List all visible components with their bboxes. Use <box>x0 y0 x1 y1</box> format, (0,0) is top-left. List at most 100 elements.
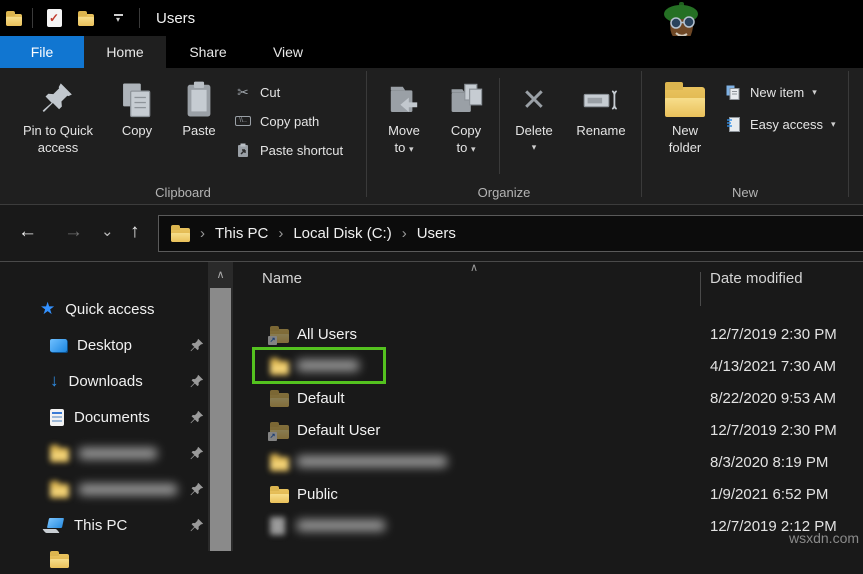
pin-icon <box>190 338 204 352</box>
folder-icon <box>50 448 69 462</box>
new-folder-icon <box>665 78 705 122</box>
delete-button[interactable]: ✕ Delete ▾ <box>504 68 564 204</box>
titlebar-divider <box>139 8 140 28</box>
breadcrumb-local-disk-c[interactable]: Local Disk (C:) <box>293 225 391 242</box>
ribbon-group-divider <box>848 71 849 197</box>
column-divider[interactable] <box>700 272 701 306</box>
site-watermark: wsxdn.com <box>789 530 859 546</box>
paste-button[interactable]: Paste <box>170 68 228 204</box>
group-label-new: New <box>642 185 848 200</box>
scrollbar-thumb[interactable] <box>210 288 231 551</box>
group-label-clipboard: Clipboard <box>0 185 366 200</box>
sidebar-item-label: This PC <box>74 517 127 534</box>
pin-to-quick-access-button[interactable]: Pin to Quick access <box>12 68 104 204</box>
annotation-highlight-box <box>252 347 386 384</box>
copy-path-button[interactable]: \\.. Copy path <box>234 111 343 131</box>
computer-icon <box>44 518 64 533</box>
chevron-down-icon: ▾ <box>116 17 120 23</box>
file-row-default-user[interactable]: ↗ Default User 12/7/2019 2:30 PM <box>233 414 863 446</box>
paste-shortcut-button[interactable]: Paste shortcut <box>234 140 343 160</box>
tab-share[interactable]: Share <box>166 36 250 68</box>
breadcrumb-this-pc[interactable]: This PC <box>215 225 268 242</box>
ribbon-group-new: New folder New item ▾ Easy access ▾ New <box>642 68 848 204</box>
pin-to-quick-access-label: Pin to Quick access <box>12 122 104 156</box>
copy-to-label: Copy to ▾ <box>444 122 488 158</box>
file-date-modified: 12/7/2019 2:30 PM <box>710 422 837 439</box>
forward-button[interactable]: → <box>64 219 83 245</box>
easy-access-button[interactable]: Easy access ▾ <box>724 114 836 134</box>
address-folder-icon <box>171 228 190 242</box>
file-date-modified: 12/7/2019 2:30 PM <box>710 326 837 343</box>
tab-home[interactable]: Home <box>84 36 166 68</box>
sidebar-item-this-pc[interactable]: This PC <box>0 510 208 540</box>
paste-shortcut-icon <box>234 143 252 158</box>
sidebar-item-redacted-1[interactable] <box>0 438 208 468</box>
sidebar-scrollbar[interactable]: ∧ <box>208 262 233 551</box>
sidebar-item-redacted-2[interactable] <box>0 474 208 504</box>
folder-icon <box>50 484 69 498</box>
breadcrumb-separator-icon: › <box>402 225 407 242</box>
scrollbar-up-arrow[interactable]: ∧ <box>208 262 233 286</box>
folder-icon <box>50 554 69 568</box>
recent-locations-dropdown[interactable]: ⌄ <box>101 219 114 245</box>
file-row-all-users[interactable]: ↗ All Users 12/7/2019 2:30 PM <box>233 318 863 350</box>
paste-shortcut-label: Paste shortcut <box>260 143 343 158</box>
folder-icon <box>78 14 94 26</box>
file-name: Default User <box>297 422 380 439</box>
up-button[interactable]: ↑ <box>130 219 140 245</box>
breadcrumb-separator-icon: › <box>278 225 283 242</box>
path-icon: \\.. <box>234 116 252 126</box>
group-label-organize: Organize <box>367 185 641 200</box>
move-to-icon <box>386 78 422 122</box>
new-folder-button[interactable]: New folder <box>654 68 716 204</box>
sidebar-item-desktop[interactable]: Desktop <box>0 330 208 360</box>
caret-down-icon: ▾ <box>812 87 817 98</box>
file-row-redacted-3[interactable]: 12/7/2019 2:12 PM <box>233 510 863 542</box>
document-icon <box>50 409 64 426</box>
file-row-default[interactable]: Default 8/22/2020 9:53 AM <box>233 382 863 414</box>
rename-label: Rename <box>576 122 625 139</box>
sidebar-item-quick-access[interactable]: ★ Quick access <box>0 294 208 324</box>
pushpin-icon <box>41 78 75 122</box>
paste-clipboard-icon <box>183 78 215 122</box>
folder-shortcut-icon: ↗ <box>270 329 289 343</box>
sidebar-item-documents[interactable]: Documents <box>0 402 208 432</box>
file-row-redacted-2[interactable]: 8/3/2020 8:19 PM <box>233 446 863 478</box>
back-button[interactable]: ← <box>18 219 37 245</box>
sort-ascending-icon: ∧ <box>470 261 478 274</box>
qat-properties-button[interactable]: ✓ <box>43 6 65 30</box>
new-item-button[interactable]: New item ▾ <box>724 82 836 102</box>
sidebar-item-label: Downloads <box>69 373 143 390</box>
address-bar[interactable]: › This PC › Local Disk (C:) › Users <box>158 215 863 252</box>
folder-icon <box>270 457 289 471</box>
caret-down-icon: ▾ <box>471 144 476 154</box>
move-to-label: Move to ▾ <box>382 122 426 158</box>
navigation-bar: ← → ⌄ ↑ › This PC › Local Disk (C:) › Us… <box>0 205 863 261</box>
breadcrumb-users[interactable]: Users <box>417 225 456 242</box>
file-row-public[interactable]: Public 1/9/2021 6:52 PM <box>233 478 863 510</box>
copy-button[interactable]: Copy <box>110 68 164 204</box>
sidebar-item-label: Quick access <box>65 301 154 318</box>
cut-button[interactable]: ✂ Cut <box>234 82 343 102</box>
move-to-button[interactable]: Move to ▾ <box>375 68 433 204</box>
folder-icon <box>270 489 289 503</box>
desktop-icon <box>50 339 67 352</box>
qat-customize-dropdown[interactable]: ▾ <box>107 6 129 30</box>
caret-down-icon: ▾ <box>409 144 414 154</box>
rename-button[interactable]: Rename <box>568 68 634 204</box>
window-folder-icon <box>6 14 22 26</box>
column-header-name[interactable]: Name <box>262 270 302 287</box>
blurred-file-name <box>297 456 447 467</box>
column-header-date-modified[interactable]: Date modified <box>710 270 803 287</box>
sidebar-item-downloads[interactable]: ↓ Downloads <box>0 366 208 396</box>
scissors-icon: ✂ <box>234 84 252 101</box>
tab-file[interactable]: File <box>0 36 84 68</box>
copy-to-icon <box>448 78 484 122</box>
copy-to-button[interactable]: Copy to ▾ <box>437 68 495 204</box>
qat-new-folder-button[interactable] <box>75 6 97 30</box>
new-item-label: New item <box>750 85 804 100</box>
paste-label: Paste <box>182 122 215 139</box>
delete-label: Delete <box>515 122 553 139</box>
titlebar: ✓ ▾ Users <box>0 0 863 36</box>
tab-view[interactable]: View <box>250 36 326 68</box>
